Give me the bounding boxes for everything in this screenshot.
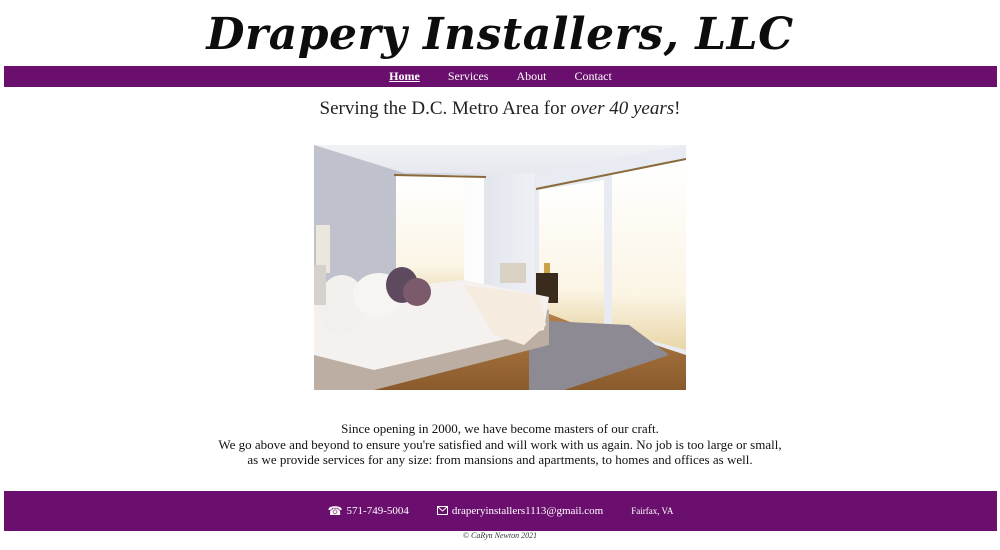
site-title: Drapery Installers, LLC (206, 9, 794, 60)
location: Fairfax, VA (631, 506, 673, 516)
nav-services-link[interactable]: Services (448, 69, 489, 84)
about-line: Since opening in 2000, we have become ma… (341, 421, 659, 436)
nav-contact-link[interactable]: Contact (574, 69, 611, 84)
phone-number: 571-749-5004 (346, 505, 409, 517)
bedroom-photo (314, 145, 686, 390)
nav-about-link[interactable]: About (516, 69, 546, 84)
tagline-prefix: Serving the D.C. Metro Area for (319, 98, 571, 119)
about-line: We go above and beyond to ensure you're … (218, 436, 782, 452)
footer: ☎ 571-749-5004 draperyinstallers1113@gma… (4, 491, 997, 531)
envelope-icon (436, 505, 448, 517)
email-address: draperyinstallers1113@gmail.com (451, 505, 604, 517)
hero-image (314, 145, 686, 390)
copyright: © CaRyn Newton 2021 (462, 531, 538, 540)
tagline-suffix: ! (674, 98, 681, 119)
about-line: as we provide services for any size: fro… (247, 452, 753, 467)
tagline: Serving the D.C. Metro Area for over 40 … (0, 98, 1000, 120)
phone-icon: ☎ (327, 504, 343, 518)
about-text: Since opening in 2000, we have become ma… (0, 421, 1000, 468)
email-contact[interactable]: draperyinstallers1113@gmail.com (436, 505, 604, 517)
phone-contact[interactable]: ☎ 571-749-5004 (328, 505, 409, 517)
page: Drapery Installers, LLC Home Services Ab… (0, 0, 1000, 550)
main-nav: Home Services About Contact (4, 66, 997, 87)
location-text: Fairfax, VA (631, 506, 674, 516)
nav-home-link[interactable]: Home (389, 69, 420, 84)
tagline-emphasis: over 40 years (570, 98, 675, 119)
